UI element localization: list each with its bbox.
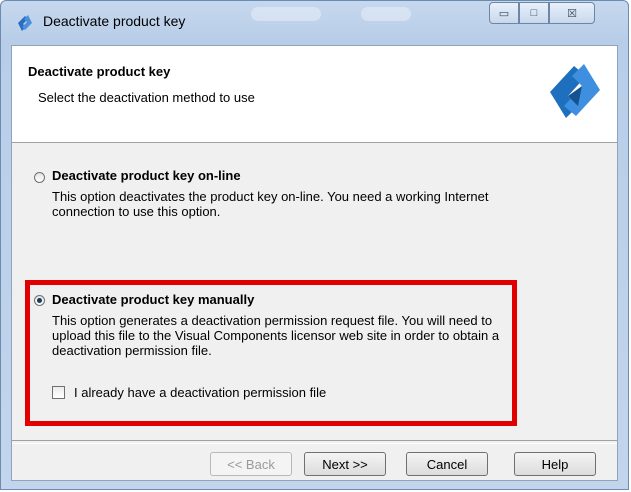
header-title: Deactivate product key (28, 64, 171, 79)
dialog-body: Deactivate product key Select the deacti… (11, 45, 618, 481)
option-manual-label[interactable]: Deactivate product key manually (52, 292, 254, 307)
option-manual-description: This option generates a deactivation per… (52, 313, 500, 358)
window-title: Deactivate product key (43, 13, 186, 29)
minimize-button[interactable]: ▭ (489, 2, 519, 24)
option-online-label[interactable]: Deactivate product key on-line (52, 168, 241, 183)
permission-file-checkbox[interactable] (52, 386, 65, 399)
option-online-description: This option deactivates the product key … (52, 189, 489, 219)
blurred-background (361, 7, 411, 21)
permission-file-label[interactable]: I already have a deactivation permission… (74, 385, 326, 400)
title-bar[interactable]: Deactivate product key ▭ □ ☒ (1, 1, 628, 45)
radio-manual[interactable] (34, 295, 45, 306)
wizard-header: Deactivate product key Select the deacti… (12, 46, 617, 143)
help-button[interactable]: Help (514, 452, 596, 476)
close-button[interactable]: ☒ (549, 2, 595, 24)
maximize-button[interactable]: □ (519, 2, 549, 24)
app-logo-icon (18, 15, 32, 31)
header-subtitle: Select the deactivation method to use (38, 90, 255, 105)
radio-online[interactable] (34, 172, 45, 183)
window-controls: ▭ □ ☒ (489, 2, 595, 24)
cancel-button[interactable]: Cancel (406, 452, 488, 476)
blurred-background (251, 7, 321, 21)
button-separator (12, 440, 617, 444)
back-button[interactable]: << Back (210, 452, 292, 476)
app-logo-icon (550, 64, 600, 118)
next-button[interactable]: Next >> (304, 452, 386, 476)
dialog-window: Deactivate product key ▭ □ ☒ Deactivate … (0, 0, 629, 490)
